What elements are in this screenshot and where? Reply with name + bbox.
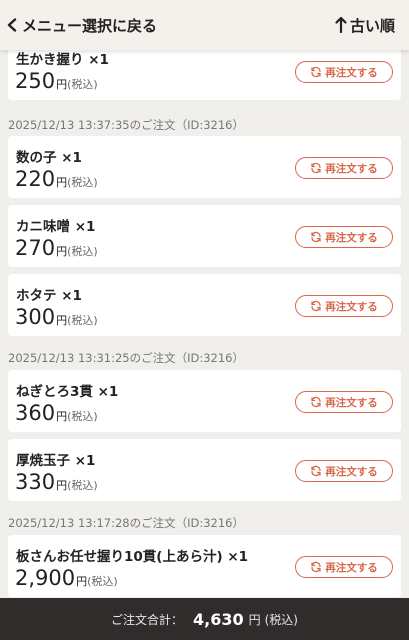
price-yen: 円 xyxy=(56,245,68,258)
item-name: ホタテ ×1 xyxy=(16,288,82,304)
price-value: 270 xyxy=(15,236,56,260)
price-value: 250 xyxy=(15,69,56,93)
reorder-label: 再注文する xyxy=(325,66,378,79)
price-tax: (税込) xyxy=(67,314,98,327)
price-value: 360 xyxy=(15,401,56,425)
reorder-button[interactable]: 再注文する xyxy=(295,295,393,317)
refresh-icon xyxy=(311,231,321,243)
reorder-label: 再注文する xyxy=(325,465,378,478)
item-price: 300 円 (税込) xyxy=(15,305,98,329)
item-price: 220 円 (税込) xyxy=(15,167,98,191)
order-total-bar: ご注文合計： 4,630 円 (税込) xyxy=(0,598,409,640)
price-value: 220 xyxy=(15,167,56,191)
order-item-card: 板さんお任せ握り10貫(上あら汁) ×1 2,900 円 (税込) 再注文する xyxy=(8,535,401,597)
price-tax: (税込) xyxy=(67,410,98,423)
item-price: 250 円 (税込) xyxy=(15,69,98,93)
arrow-up-icon xyxy=(335,16,347,34)
reorder-label: 再注文する xyxy=(325,396,378,409)
price-tax: (税込) xyxy=(67,479,98,492)
reorder-label: 再注文する xyxy=(325,162,378,175)
reorder-button[interactable]: 再注文する xyxy=(295,460,393,482)
refresh-icon xyxy=(311,162,321,174)
item-price: 330 円 (税込) xyxy=(15,470,98,494)
item-name: 厚焼玉子 ×1 xyxy=(16,453,96,469)
reorder-label: 再注文する xyxy=(325,561,378,574)
price-tax: (税込) xyxy=(67,78,98,91)
refresh-icon xyxy=(311,561,321,573)
total-tax: (税込) xyxy=(264,612,298,627)
refresh-icon xyxy=(311,396,321,408)
total-label: ご注文合計： xyxy=(110,612,183,627)
top-bar: メニュー選択に戻る 古い順 xyxy=(0,0,409,50)
total-amount: 4,630 xyxy=(193,609,244,629)
price-value: 2,900 xyxy=(15,566,76,590)
item-name: 数の子 ×1 xyxy=(16,150,82,166)
item-name: 板さんお任せ握り10貫(上あら汁) ×1 xyxy=(16,549,249,565)
sort-order-button[interactable]: 古い順 xyxy=(335,0,395,50)
price-yen: 円 xyxy=(56,410,68,423)
back-label: メニュー選択に戻る xyxy=(22,16,158,35)
price-tax: (税込) xyxy=(67,245,98,258)
reorder-label: 再注文する xyxy=(325,300,378,313)
refresh-icon xyxy=(311,300,321,312)
reorder-button[interactable]: 再注文する xyxy=(295,556,393,578)
price-yen: 円 xyxy=(56,176,68,189)
reorder-button[interactable]: 再注文する xyxy=(295,157,393,179)
price-value: 300 xyxy=(15,305,56,329)
price-yen: 円 xyxy=(76,575,88,588)
item-price: 2,900 円 (税込) xyxy=(15,566,118,590)
item-price: 270 円 (税込) xyxy=(15,236,98,260)
order-item-card: 数の子 ×1 220 円 (税込) 再注文する xyxy=(8,136,401,198)
price-tax: (税込) xyxy=(87,575,118,588)
item-name: カニ味噌 ×1 xyxy=(16,219,96,235)
order-item-card: カニ味噌 ×1 270 円 (税込) 再注文する xyxy=(8,205,401,267)
refresh-icon xyxy=(311,465,321,477)
order-item-card: 厚焼玉子 ×1 330 円 (税込) 再注文する xyxy=(8,439,401,501)
price-yen: 円 xyxy=(56,479,68,492)
price-tax: (税込) xyxy=(67,176,98,189)
total-unit: 円 xyxy=(248,612,261,627)
refresh-icon xyxy=(311,66,321,78)
reorder-button[interactable]: 再注文する xyxy=(295,391,393,413)
sort-label: 古い順 xyxy=(349,16,395,35)
back-to-menu-button[interactable]: メニュー選択に戻る xyxy=(6,0,157,50)
order-group-heading: 2025/12/13 13:31:25のご注文（ID:3216） xyxy=(8,351,244,365)
reorder-button[interactable]: 再注文する xyxy=(295,61,393,83)
price-value: 330 xyxy=(15,470,56,494)
price-yen: 円 xyxy=(56,78,68,91)
order-group-heading: 2025/12/13 13:37:35のご注文（ID:3216） xyxy=(8,118,244,132)
reorder-button[interactable]: 再注文する xyxy=(295,226,393,248)
order-item-card: ホタテ ×1 300 円 (税込) 再注文する xyxy=(8,274,401,336)
reorder-label: 再注文する xyxy=(325,231,378,244)
item-name: ねぎとろ3貫 ×1 xyxy=(16,384,119,400)
item-price: 360 円 (税込) xyxy=(15,401,98,425)
chevron-left-icon xyxy=(7,18,17,32)
order-group-heading: 2025/12/13 13:17:28のご注文（ID:3216） xyxy=(8,516,244,530)
price-yen: 円 xyxy=(56,314,68,327)
item-name: 生かき握り ×1 xyxy=(16,52,109,68)
order-item-card: ねぎとろ3貫 ×1 360 円 (税込) 再注文する xyxy=(8,370,401,432)
